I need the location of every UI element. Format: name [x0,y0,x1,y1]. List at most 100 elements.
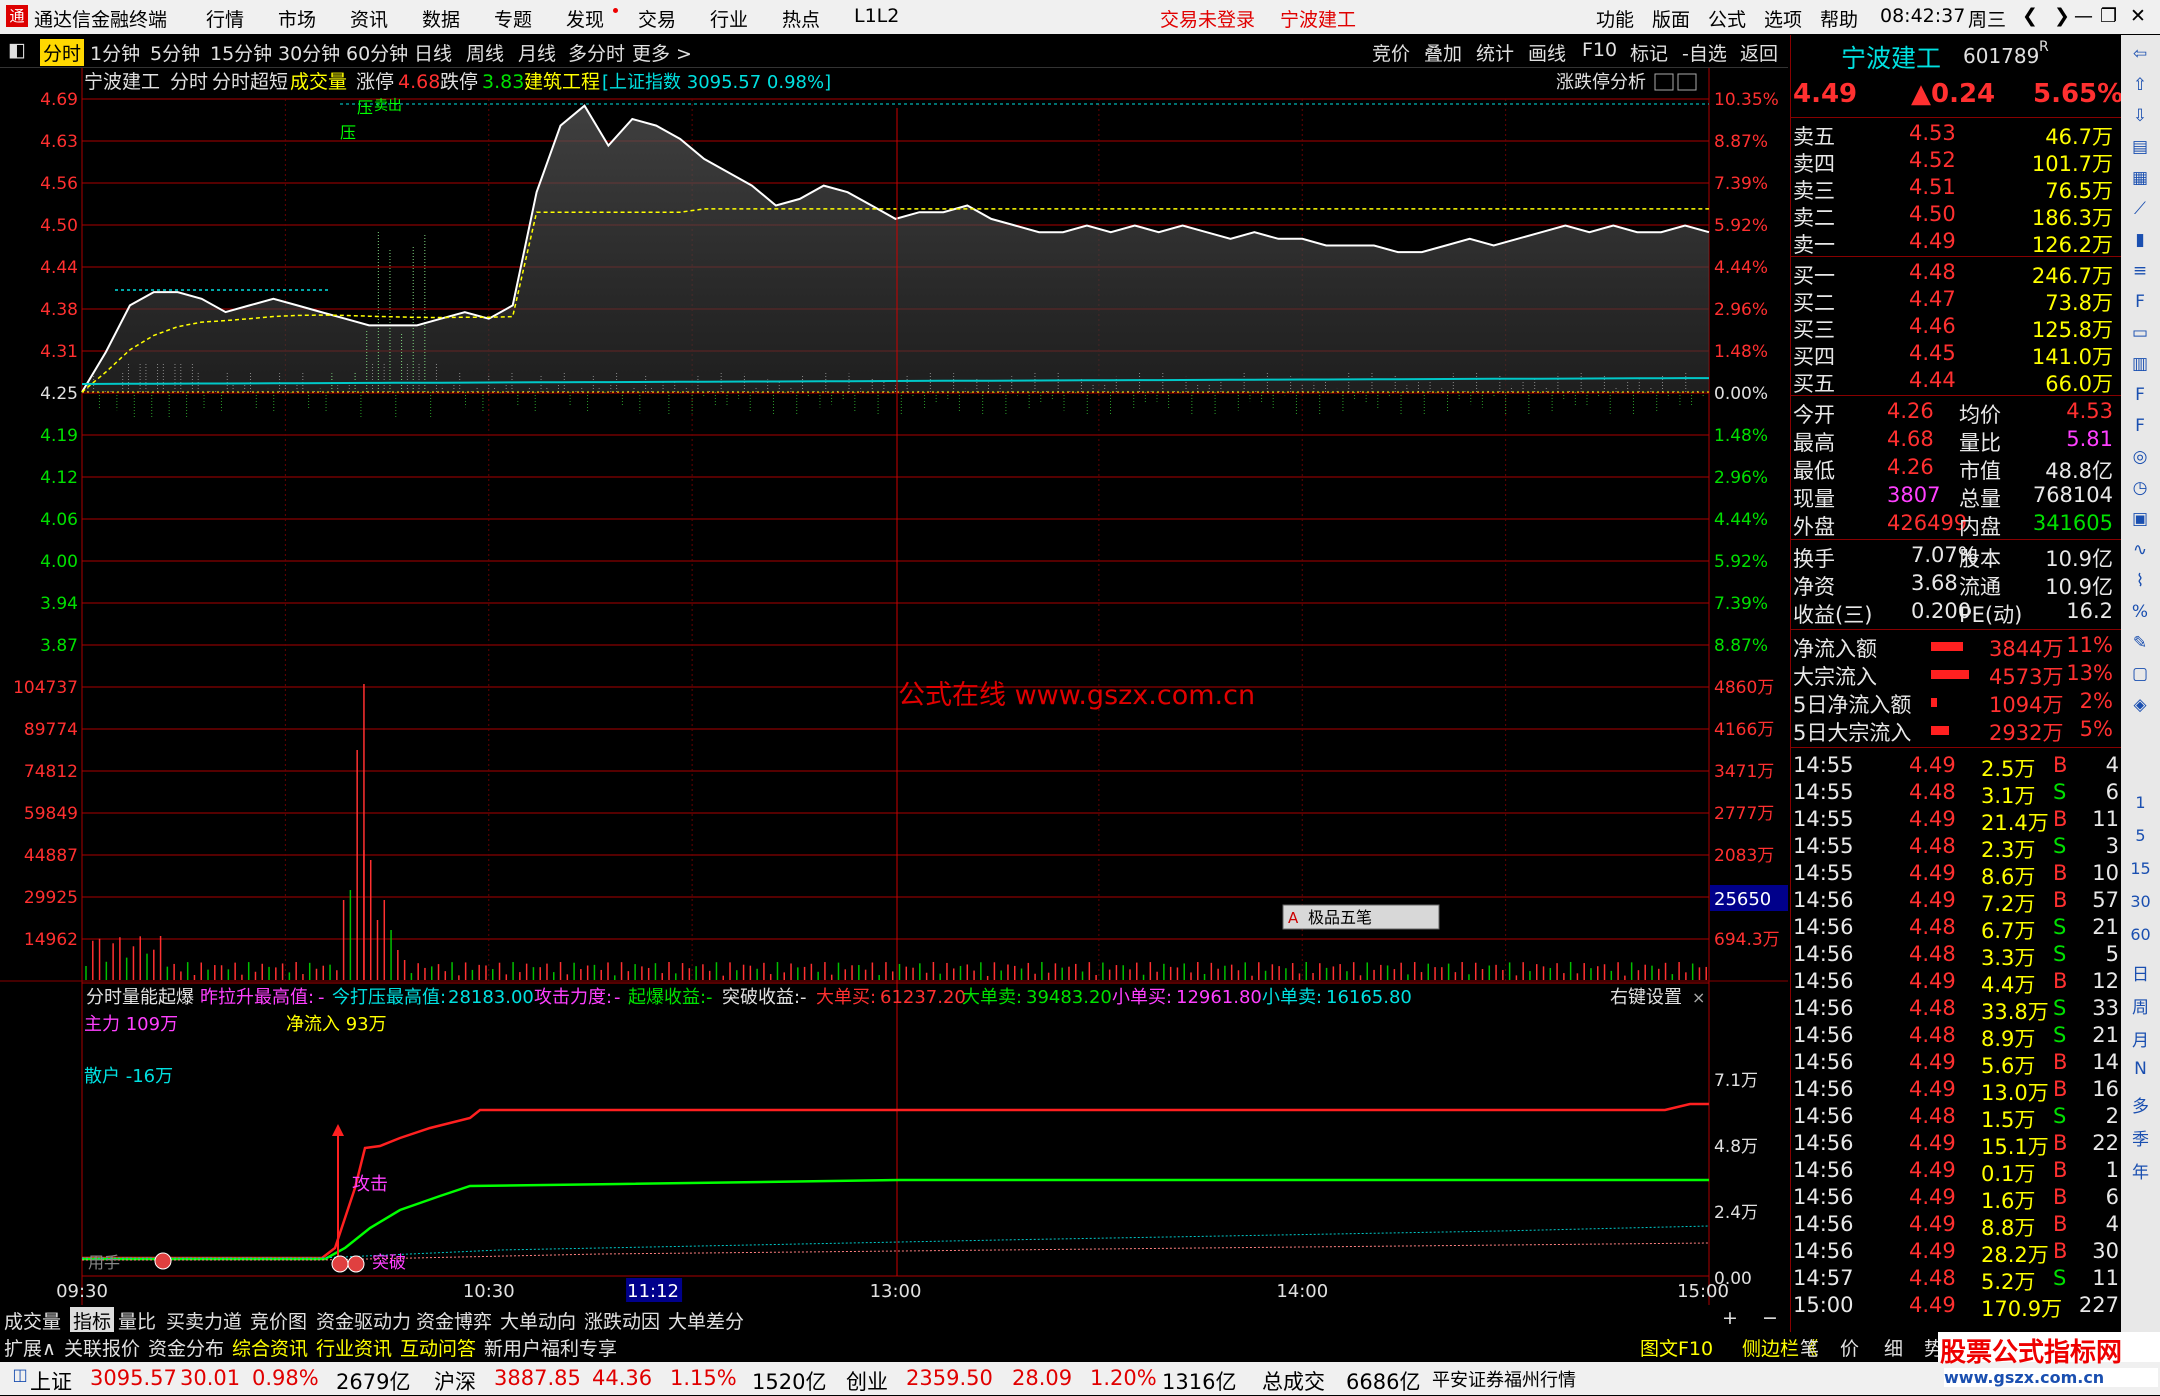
sidebar-period[interactable]: 日 [2121,960,2160,985]
grid-icon[interactable]: ▦ [2127,165,2153,191]
period-15min[interactable]: 15分钟 [210,39,272,66]
close-icon[interactable]: ✕ [2130,5,2146,27]
period-5min[interactable]: 5分钟 [150,39,200,66]
clock-icon[interactable]: ◷ [2127,475,2153,501]
candle-icon[interactable]: ▮ [2127,227,2153,253]
menu-banmian[interactable]: 版面 [1652,5,1690,32]
intraday-chart[interactable]: 宁波建工 分时 分时超短 成交量 涨停 4.68 跌停 3.83 建筑工程 [上… [0,68,1788,1305]
extension-tab[interactable]: 关联报价 [64,1334,140,1361]
analysis-close-icon[interactable] [1677,73,1697,91]
arrow-down-icon[interactable]: ⇩ [2127,103,2153,129]
line-icon[interactable]: ∿ [2127,537,2153,563]
period-week[interactable]: 周线 [466,39,504,66]
period-day[interactable]: 日线 [414,39,452,66]
menu-l1l2[interactable]: L1L2 [854,5,899,27]
pulse-icon[interactable]: ⌇ [2127,568,2153,594]
period-multi[interactable]: 多分时 [568,39,625,66]
menu-gongneng[interactable]: 功能 [1596,5,1634,32]
sidebar-period-num[interactable]: 60 [2121,925,2160,944]
period-60min[interactable]: 60分钟 [346,39,408,66]
index-quote[interactable]: [上证指数 3095.57 0.98%] [602,72,831,93]
indicator-tab[interactable]: 买卖力道 [166,1307,242,1334]
btn-f10[interactable]: F10 [1582,39,1617,61]
pen-icon[interactable]: ✎ [2127,630,2153,656]
btn-diejia[interactable]: 叠加 [1424,39,1462,66]
stock-icon[interactable]: ▣ [2127,506,2153,532]
chart-icon[interactable]: ▤ [2127,134,2153,160]
indicator-tab[interactable]: 量比 [118,1307,156,1334]
menu-faxian[interactable]: 发现 [566,5,604,32]
btn-huaxian[interactable]: 画线 [1528,39,1566,66]
sidebar-period[interactable]: 周 [2121,993,2160,1018]
indicator-tab[interactable]: 大单动向 [500,1307,576,1334]
sector-name[interactable]: 建筑工程 [524,71,600,93]
back-arrow-icon[interactable]: ❮ [2022,5,2038,27]
menu-redian[interactable]: 热点 [782,5,820,32]
panel-tab[interactable]: 笔 [1800,1334,1819,1361]
sidebar-period[interactable]: 年 [2121,1158,2160,1183]
btn-tongji[interactable]: 统计 [1476,39,1514,66]
status-name[interactable]: 创业 [846,1366,888,1396]
period-30min[interactable]: 30分钟 [278,39,340,66]
indicator-tab[interactable]: 涨跌动因 [584,1307,660,1334]
f12-icon[interactable]: F [2127,413,2153,439]
menu-gongshi[interactable]: 公式 [1708,5,1746,32]
btn-zixuan[interactable]: -自选 [1682,39,1727,66]
fs-icon[interactable]: ▢ [2127,661,2153,687]
panel-tab[interactable]: 细 [1884,1334,1903,1361]
menu-xuanxiang[interactable]: 选项 [1764,5,1802,32]
menu-shuju[interactable]: 数据 [422,5,460,32]
sidebar-period-num[interactable]: 1 [2121,793,2160,812]
panel-tab[interactable]: 图文F10 [1640,1334,1713,1361]
f10-icon[interactable]: F [2127,289,2153,315]
extension-tab[interactable]: 扩展∧ [4,1334,56,1361]
indicator-tab[interactable]: 竞价图 [250,1307,307,1334]
bar-icon[interactable]: ▥ [2127,351,2153,377]
period-more[interactable]: 更多 > [632,39,692,66]
sidebar-period[interactable]: 月 [2121,1026,2160,1051]
pct-icon[interactable]: % [2127,599,2153,625]
panel-toggle-icon[interactable]: ◧ [8,39,26,61]
f-icon[interactable]: F [2127,382,2153,408]
login-status[interactable]: 交易未登录 [1160,5,1255,32]
sidebar-period-num[interactable]: 30 [2121,892,2160,911]
arrow-up-icon[interactable]: ⇧ [2127,72,2153,98]
menu-bangzhu[interactable]: 帮助 [1820,5,1858,32]
status-name[interactable]: 上证 [30,1366,72,1396]
status-name[interactable]: 沪深 [434,1366,476,1396]
menu-hangye[interactable]: 行业 [710,5,748,32]
indicator-settings[interactable]: 右键设置 [1610,987,1682,1008]
menu-zixun[interactable]: 资讯 [350,5,388,32]
period-month[interactable]: 月线 [518,39,556,66]
extension-tab[interactable]: 互动问答 [400,1334,476,1361]
period-fenshi[interactable]: 分时 [40,39,85,66]
analysis-toggle-icon[interactable] [1654,73,1674,91]
zoom-out-icon[interactable]: − [1762,1307,1778,1329]
sidebar-period[interactable]: N [2121,1059,2160,1079]
minimize-icon[interactable]: — [2074,5,2093,27]
btn-fanhui[interactable]: 返回 [1740,39,1778,66]
doc-icon[interactable]: ▭ [2127,320,2153,346]
sidebar-period[interactable]: 季 [2121,1125,2160,1150]
extension-tab[interactable]: 新用户福利专享 [484,1334,617,1361]
indicator-tab[interactable]: 指标 [70,1307,115,1334]
extension-tab[interactable]: 综合资讯 [232,1334,308,1361]
sidebar-period[interactable]: 多 [2121,1092,2160,1117]
green-icon[interactable]: ◈ [2127,692,2153,718]
list-icon[interactable]: ≡ [2127,258,2153,284]
menu-shichang[interactable]: 市场 [278,5,316,32]
btn-jingjia[interactable]: 竞价 [1372,39,1410,66]
extension-tab[interactable]: 资金分布 [148,1334,224,1361]
zoom-in-icon[interactable]: + [1722,1307,1738,1329]
arrow-left-icon[interactable]: ⇦ [2127,41,2153,67]
panel-tab[interactable]: 价 [1840,1334,1859,1361]
ring-icon[interactable]: ◎ [2127,444,2153,470]
indicator-close-icon[interactable]: × [1692,988,1705,1007]
restore-icon[interactable]: ❐ [2100,5,2117,27]
forward-arrow-icon[interactable]: ❯ [2054,5,2070,27]
extension-tab[interactable]: 行业资讯 [316,1334,392,1361]
trend-icon[interactable]: ⟋ [2127,196,2153,222]
limit-analysis-button[interactable]: 涨跌停分析 [1556,72,1646,93]
period-1min[interactable]: 1分钟 [90,39,140,66]
sidebar-period-num[interactable]: 5 [2121,826,2160,845]
